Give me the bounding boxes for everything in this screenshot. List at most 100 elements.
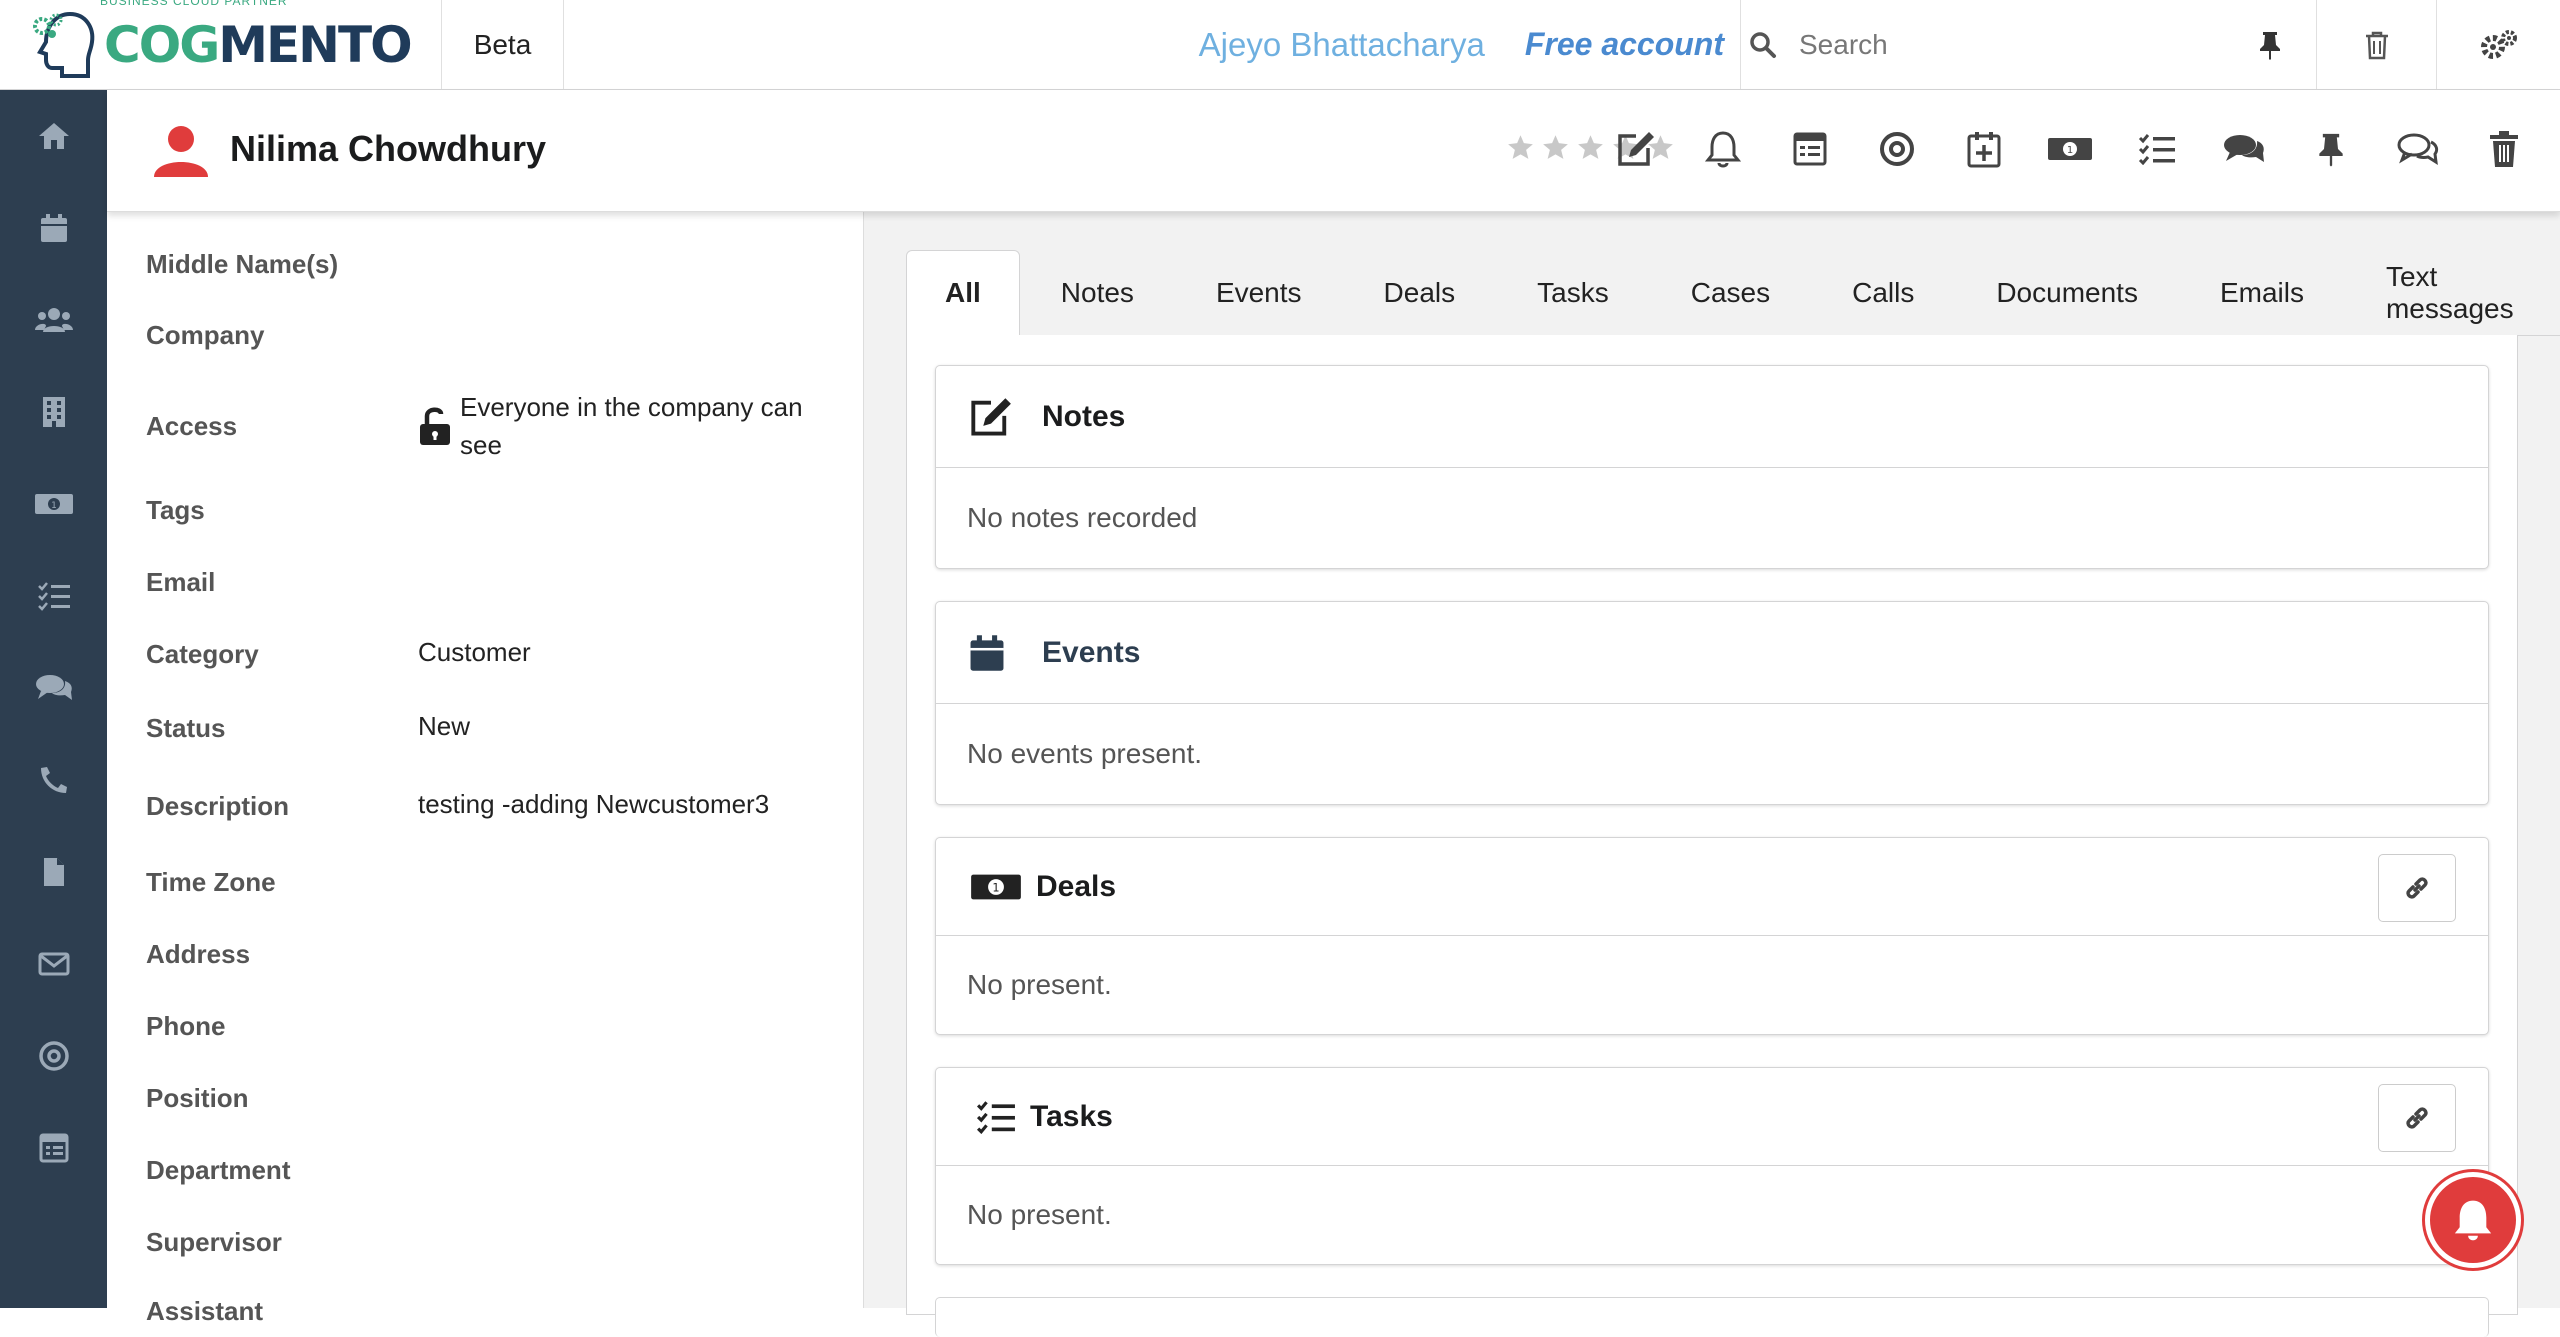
edit-icon (1616, 130, 1656, 168)
detail-row-company: Company (146, 320, 418, 351)
trash-button[interactable] (2316, 0, 2436, 89)
sidebar-item-email[interactable] (0, 918, 107, 1010)
sidebar-item-campaigns[interactable] (0, 1010, 107, 1102)
sidebar-item-cases[interactable] (0, 642, 107, 734)
chat-button[interactable] (2374, 124, 2461, 174)
edit-icon (968, 396, 1014, 438)
top-bar-spacer (564, 0, 1199, 89)
tasks-icon (976, 1100, 1016, 1134)
account-type[interactable]: Free account (1525, 0, 1740, 89)
detail-label: Category (146, 639, 259, 669)
contact-name: Nilima Chowdhury (230, 128, 547, 169)
svg-text:1: 1 (992, 881, 999, 894)
tab-emails[interactable]: Emails (2179, 250, 2345, 335)
tab-documents[interactable]: Documents (1955, 250, 2179, 335)
logo[interactable]: BUSINESS CLOUD PARTNER COGMENTO (0, 0, 442, 89)
sidebar-item-calls[interactable] (0, 734, 107, 826)
money-icon: 1 (34, 492, 74, 516)
contacts-icon (34, 306, 74, 334)
detail-row-tags: Tags (146, 495, 418, 526)
events-card: Events No events present. (935, 601, 2489, 805)
detail-label: Time Zone (146, 867, 276, 897)
detail-label: Access (146, 410, 238, 441)
sidebar-item-forms[interactable] (0, 1102, 107, 1194)
sidebar-item-documents[interactable] (0, 826, 107, 918)
campaign-button[interactable] (1853, 124, 1940, 174)
detail-row-assistant: Assistant (146, 1296, 418, 1327)
svg-text:1: 1 (2067, 145, 2073, 156)
email-icon (38, 951, 70, 977)
building-icon (41, 395, 67, 429)
pin-icon[interactable] (2258, 30, 2282, 60)
sidebar-item-tasks[interactable] (0, 550, 107, 642)
delete-button[interactable] (2461, 124, 2548, 174)
search-box (1740, 0, 2316, 89)
detail-label: Middle Name(s) (146, 249, 339, 279)
sidebar-item-contacts[interactable] (0, 274, 107, 366)
link-task-button[interactable] (2378, 1084, 2456, 1152)
tasks-card-title: Tasks (1030, 1099, 1113, 1133)
sidebar-item-companies[interactable] (0, 366, 107, 458)
brain-gear-icon (30, 10, 96, 80)
detail-row-position: Position (146, 1083, 418, 1114)
detail-row-category: Category Customer (146, 637, 531, 670)
link-icon (2403, 874, 2431, 902)
user-name[interactable]: Ajeyo Bhattacharya (1199, 0, 1525, 89)
deals-card: 1 Deals No present. (935, 837, 2489, 1035)
star-icon[interactable] (1507, 134, 1534, 160)
notes-empty-message: No notes recorded (967, 502, 1198, 533)
notes-card-header: Notes (936, 366, 2488, 468)
add-deal-button[interactable]: 1 (2027, 124, 2114, 174)
tab-calls[interactable]: Calls (1811, 250, 1955, 335)
link-deal-button[interactable] (2378, 854, 2456, 922)
money-icon: 1 (2047, 136, 2093, 162)
forms-button[interactable] (1767, 124, 1854, 174)
events-card-header: Events (936, 602, 2488, 704)
tasks-empty-message: No present. (967, 1199, 1112, 1230)
tasks-card-header: Tasks (936, 1068, 2488, 1166)
tab-notes[interactable]: Notes (1020, 250, 1175, 335)
add-task-button[interactable] (2114, 124, 2201, 174)
notifications-button[interactable] (2425, 1172, 2521, 1268)
calculator-icon (1793, 132, 1827, 166)
detail-row-status: Status New (146, 711, 470, 744)
sidebar-item-calendar[interactable] (0, 182, 107, 274)
add-event-button[interactable] (1940, 124, 2027, 174)
tab-tasks[interactable]: Tasks (1496, 250, 1650, 335)
detail-label: Company (146, 320, 265, 350)
star-icon[interactable] (1542, 134, 1569, 160)
pin-button[interactable] (2287, 124, 2374, 174)
detail-value: testing -adding Newcustomer3 (418, 789, 770, 819)
svg-text:1: 1 (51, 501, 57, 511)
detail-label: Status (146, 713, 226, 743)
search-input[interactable] (1799, 28, 2199, 61)
detail-label: Description (146, 791, 290, 821)
reminder-button[interactable] (1680, 124, 1767, 174)
sidebar-item-deals[interactable]: 1 (0, 458, 107, 550)
comments-icon (2223, 132, 2265, 166)
tab-all[interactable]: All (906, 250, 1020, 336)
tab-deals[interactable]: Deals (1343, 250, 1497, 335)
tab-text-messages[interactable]: Text messages (2345, 250, 2560, 335)
tab-cases[interactable]: Cases (1650, 250, 1811, 335)
detail-row-time-zone: Time Zone (146, 867, 418, 898)
deals-empty-message: No present. (967, 969, 1112, 1000)
chat-icon (2397, 132, 2439, 166)
top-bar: BUSINESS CLOUD PARTNER COGMENTO Beta Aje… (0, 0, 2560, 90)
sidebar-item-home[interactable] (0, 90, 107, 182)
next-card (935, 1297, 2489, 1337)
trash-icon (2489, 130, 2519, 168)
detail-value: Customer (418, 637, 531, 667)
calculator-icon (39, 1133, 69, 1163)
target-icon (1879, 131, 1915, 167)
beta-label: Beta (442, 0, 564, 89)
edit-button[interactable] (1593, 124, 1680, 174)
logo-wordmark: COGMENTO (104, 15, 413, 74)
add-case-button[interactable] (2201, 124, 2288, 174)
tab-events[interactable]: Events (1175, 250, 1343, 335)
phone-icon (39, 765, 69, 795)
contact-header: Nilima Chowdhury 1 (107, 90, 2560, 212)
detail-label: Address (146, 939, 251, 969)
detail-row-phone: Phone (146, 1011, 418, 1042)
settings-button[interactable] (2436, 0, 2560, 89)
